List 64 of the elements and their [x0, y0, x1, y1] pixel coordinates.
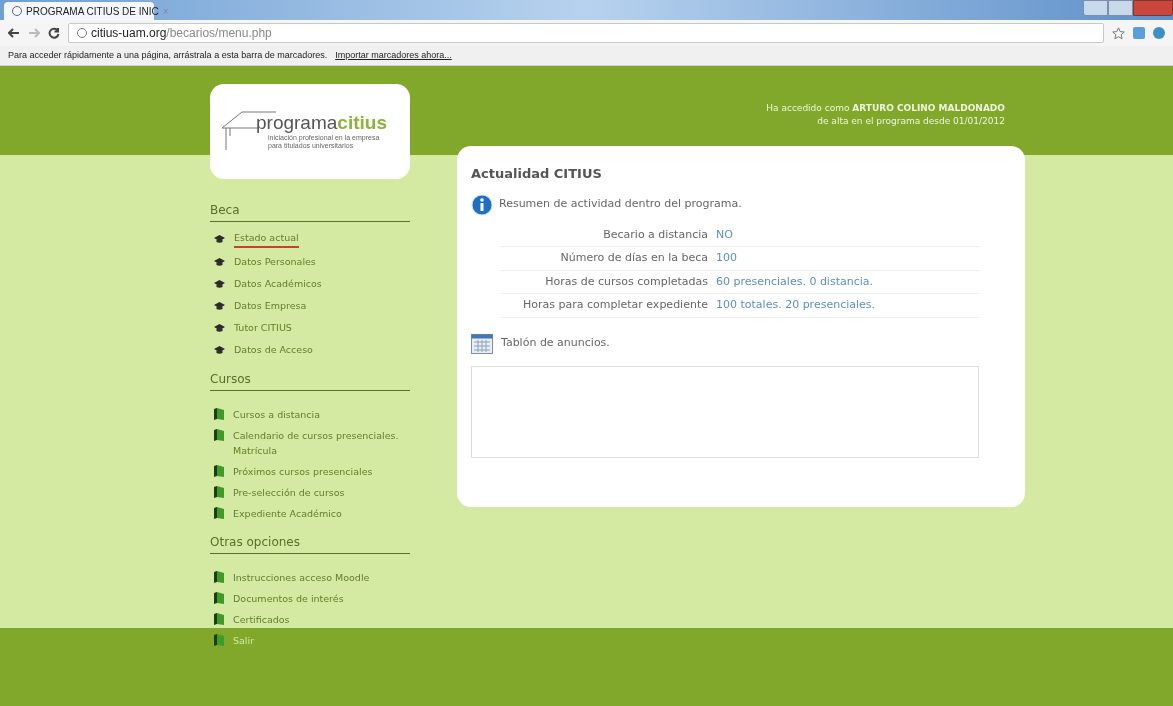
calendar-icon: [471, 333, 493, 354]
menu-link[interactable]: Próximos cursos presenciales: [233, 464, 373, 479]
url-host: citius-uam.org: [91, 25, 167, 42]
menu-link[interactable]: Estado actual: [234, 231, 299, 248]
menu-link[interactable]: Expediente Académico: [233, 506, 342, 521]
extension-icon[interactable]: [1133, 27, 1145, 39]
book-icon: [214, 464, 224, 477]
graduation-cap-icon: [214, 346, 225, 355]
menu-link[interactable]: Datos Académicos: [234, 277, 322, 292]
field-label: Becario a distancia: [602, 226, 708, 243]
menu-link[interactable]: Tutor CITIUS: [234, 321, 292, 336]
book-icon: [214, 612, 224, 625]
bookmarks-hint: Para acceder rápidamente a una página, arrástrala a esta barra de marcadores.: [8, 48, 328, 62]
forward-icon[interactable]: [28, 28, 40, 38]
field-value: 60 presenciales. 0 distancia.: [716, 273, 874, 290]
field-value: NO: [716, 226, 733, 243]
logo-wordmark: programacitius: [256, 113, 388, 132]
back-icon[interactable]: [8, 28, 20, 38]
board-title: Tablón de anuncios.: [501, 335, 610, 352]
menu-link[interactable]: Pre-selección de cursos: [233, 485, 345, 500]
graduation-cap-icon: [214, 258, 225, 267]
reload-icon[interactable]: [48, 27, 60, 39]
info-icon: [471, 193, 493, 216]
menu-link[interactable]: Datos Empresa: [234, 299, 307, 314]
address-field[interactable]: citius-uam.org/becarios/menu.php: [68, 23, 1104, 43]
menu-link[interactable]: Documentos de interés: [233, 591, 344, 606]
user-info: Ha accedido como ARTURO COLINO MALDONADO: [766, 102, 1005, 115]
menu-link[interactable]: Cursos a distancia: [233, 408, 320, 423]
menu-link[interactable]: Datos de Acceso: [234, 343, 313, 358]
extension-icon[interactable]: [1153, 27, 1165, 39]
book-icon: [214, 506, 224, 519]
field-label: Horas de cursos completadas: [544, 273, 708, 290]
section-heading: Beca: [210, 201, 410, 222]
card-title: Actualidad CITIUS: [471, 165, 603, 183]
member-since: de alta en el programa desde 01/01/2012: [817, 115, 1005, 128]
summary-text: Resumen de actividad dentro del programa.: [499, 196, 742, 213]
book-icon: [214, 408, 224, 420]
field-value: 100 totales. 20 presenciales.: [716, 297, 876, 313]
book-icon: [214, 633, 224, 646]
url-path: /becarios/menu.php: [166, 25, 272, 42]
graduation-cap-icon: [214, 280, 225, 289]
menu-link[interactable]: Datos Personales: [234, 255, 316, 270]
graduation-cap-icon: [214, 324, 225, 333]
close-button[interactable]: [1133, 0, 1173, 16]
field-label: Horas para completar expediente: [521, 297, 708, 313]
star-icon[interactable]: [1112, 26, 1125, 40]
section-heading: Cursos: [210, 370, 410, 391]
graduation-cap-icon: [214, 235, 225, 244]
field-label: Número de días en la beca: [559, 250, 708, 266]
menu-link[interactable]: Salir: [233, 633, 255, 648]
minimize-button[interactable]: [1083, 0, 1108, 16]
book-icon: [214, 570, 224, 583]
maximize-button[interactable]: [1108, 0, 1133, 16]
book-icon: [214, 485, 224, 498]
field-value: 100: [716, 250, 737, 266]
book-icon: [214, 429, 224, 441]
tab-title: PROGRAMA CITIUS DE INIC: [26, 4, 159, 19]
graduation-cap-icon: [214, 302, 225, 311]
section-heading: Otras opciones: [210, 532, 410, 554]
import-bookmarks-link[interactable]: Importar marcadores ahora...: [335, 48, 452, 63]
book-icon: [214, 591, 224, 604]
menu-link[interactable]: Calendario de cursos presenciales. Matrícula: [233, 429, 410, 458]
menu-link[interactable]: Instrucciones acceso Moodle: [233, 570, 370, 585]
menu-link[interactable]: Certificados: [233, 612, 290, 627]
